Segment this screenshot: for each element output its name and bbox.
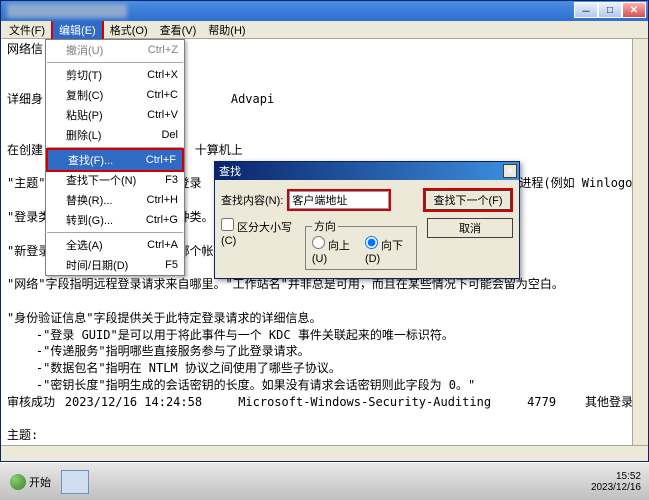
find-close-button[interactable]: ✕	[503, 164, 517, 178]
dd-findnext[interactable]: 查找下一个(N)F3	[46, 170, 184, 190]
menu-view[interactable]: 查看(V)	[154, 20, 203, 40]
close-button[interactable]: ✕	[622, 2, 646, 18]
dd-goto[interactable]: 转到(G)...Ctrl+G	[46, 210, 184, 230]
menu-format[interactable]: 格式(O)	[104, 20, 154, 40]
maximize-button[interactable]: □	[598, 2, 622, 18]
direction-legend: 方向	[312, 218, 338, 234]
menu-help[interactable]: 帮助(H)	[202, 20, 251, 40]
dd-find[interactable]: 查找(F)...Ctrl+F	[46, 148, 184, 172]
dd-cut[interactable]: 剪切(T)Ctrl+X	[46, 65, 184, 85]
minimize-button[interactable]: －	[574, 2, 598, 18]
dd-datetime[interactable]: 时间/日期(D)F5	[46, 255, 184, 275]
dir-up[interactable]: 向上(U)	[312, 236, 357, 265]
find-titlebar[interactable]: 查找 ✕	[215, 162, 519, 180]
start-button[interactable]: 开始	[4, 472, 57, 492]
find-input[interactable]	[289, 191, 389, 209]
find-dialog: 查找 ✕ 查找内容(N): 查找下一个(F) 区分大小写(C) 方向 向上(U)	[214, 161, 520, 279]
dd-selectall[interactable]: 全选(A)Ctrl+A	[46, 235, 184, 255]
taskbar-app-button[interactable]	[61, 470, 89, 494]
title-text-blurred	[7, 4, 127, 18]
titlebar[interactable]: － □ ✕	[1, 1, 648, 21]
matchcase-check[interactable]: 区分大小写(C)	[221, 218, 295, 247]
vertical-scrollbar[interactable]	[632, 39, 648, 445]
tray-time: 15:52	[591, 471, 641, 482]
notepad-window: － □ ✕ 文件(F) 编辑(E) 格式(O) 查看(V) 帮助(H) 撤消(U…	[0, 0, 649, 462]
find-next-wrap: 查找下一个(F)	[423, 188, 513, 212]
system-tray[interactable]: 15:52 2023/12/16	[587, 471, 645, 493]
dd-undo[interactable]: 撤消(U)Ctrl+Z	[46, 40, 184, 60]
find-label: 查找内容(N):	[221, 192, 283, 208]
menubar: 文件(F) 编辑(E) 格式(O) 查看(V) 帮助(H)	[1, 21, 648, 39]
find-title: 查找	[219, 163, 241, 179]
cancel-button[interactable]: 取消	[427, 218, 513, 238]
dd-copy[interactable]: 复制(C)Ctrl+C	[46, 85, 184, 105]
edit-dropdown: 撤消(U)Ctrl+Z 剪切(T)Ctrl+X 复制(C)Ctrl+C 粘贴(P…	[45, 39, 185, 276]
tray-date: 2023/12/16	[591, 482, 641, 493]
start-orb-icon	[10, 474, 26, 490]
dd-paste[interactable]: 粘贴(P)Ctrl+V	[46, 105, 184, 125]
dd-delete[interactable]: 删除(L)Del	[46, 125, 184, 145]
taskbar: 开始 15:52 2023/12/16	[0, 462, 649, 500]
dir-down[interactable]: 向下(D)	[365, 236, 410, 265]
horizontal-scrollbar[interactable]	[1, 445, 648, 461]
menu-file[interactable]: 文件(F)	[3, 20, 51, 40]
find-next-button[interactable]: 查找下一个(F)	[425, 190, 511, 210]
find-input-wrap	[287, 189, 391, 211]
dd-replace[interactable]: 替换(R)...Ctrl+H	[46, 190, 184, 210]
direction-group: 方向 向上(U) 向下(D)	[305, 218, 417, 270]
menu-edit[interactable]: 编辑(E)	[51, 18, 104, 42]
